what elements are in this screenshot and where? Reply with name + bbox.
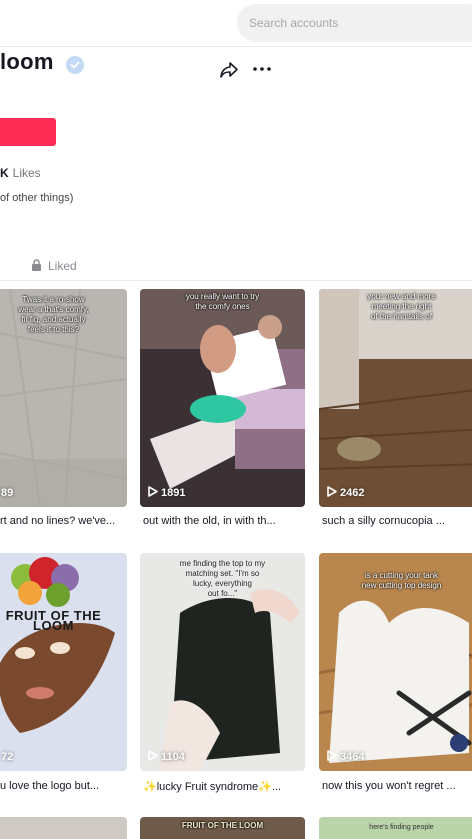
play-icon <box>327 486 337 500</box>
search-input[interactable] <box>249 4 472 42</box>
video-caption[interactable]: ✨lucky Fruit syndrome✨... <box>143 780 293 793</box>
video-overlay-text: FRUIT OF THE LOOM <box>181 821 264 830</box>
verified-badge-icon <box>66 56 84 74</box>
video-overlay-text: is a cutting your tank new cutting top d… <box>361 571 442 590</box>
follow-button[interactable] <box>0 118 56 146</box>
video-overlay-text: your new and more meeting the right of t… <box>367 292 436 321</box>
video-thumbnail <box>0 817 127 839</box>
profile-name: loom <box>0 49 54 74</box>
likes-count: K <box>0 166 9 180</box>
video-card[interactable]: you really want to try the comfy ones 18… <box>140 289 305 507</box>
profile-bio: of other things) <box>0 192 74 204</box>
video-caption[interactable]: out with the old, in with th... <box>143 515 293 527</box>
view-count-value: 89 <box>1 487 14 499</box>
view-count-value: 1104 <box>161 751 185 763</box>
profile-tabs: Liked <box>0 253 472 281</box>
video-card[interactable]: me finding the top to my matching set. "… <box>140 553 305 771</box>
video-caption[interactable]: rt and no lines? we've... <box>0 515 127 527</box>
tab-liked-label: Liked <box>48 259 77 273</box>
video-thumbnail <box>140 289 305 507</box>
play-icon <box>148 750 158 764</box>
likes-stat: K Likes <box>0 166 41 180</box>
view-count: 3464 <box>327 750 364 764</box>
view-count-value: 72 <box>1 751 14 763</box>
top-bar <box>0 0 472 47</box>
view-count-value: 3464 <box>340 751 365 763</box>
video-overlay-text: FRUIT OF THE LOOM <box>5 608 102 633</box>
play-icon <box>327 750 337 764</box>
video-card[interactable]: FRUIT OF THE LOOM <box>140 817 305 839</box>
video-overlay-text: Twas it a ro-show wear a that's comfy, f… <box>18 295 89 334</box>
video-card[interactable] <box>0 817 127 839</box>
video-overlay-text: you really want to try the comfy ones <box>185 292 260 311</box>
video-card[interactable]: FRUIT OF THE LOOM 72 <box>0 553 127 771</box>
tab-liked[interactable]: Liked <box>31 259 77 274</box>
likes-label: Likes <box>12 166 41 180</box>
video-overlay-text: here's finding people <box>369 824 434 831</box>
more-icon[interactable] <box>252 60 272 78</box>
video-card[interactable]: Twas it a ro-show wear a that's comfy, f… <box>0 289 127 507</box>
video-caption[interactable]: such a silly cornucopia ... <box>322 515 472 527</box>
video-caption[interactable]: now this you won't regret ... <box>322 780 472 792</box>
video-card[interactable]: here's finding people <box>319 817 472 839</box>
video-thumbnail <box>0 553 127 771</box>
view-count-value: 1891 <box>161 487 186 499</box>
view-count: 2462 <box>327 486 364 500</box>
video-caption[interactable]: u love the logo but... <box>0 780 127 792</box>
video-card[interactable]: is a cutting your tank new cutting top d… <box>319 553 472 771</box>
view-count-value: 2462 <box>340 487 365 499</box>
share-icon[interactable] <box>219 61 239 79</box>
view-count: 1891 <box>148 486 185 500</box>
play-icon <box>148 486 158 500</box>
view-count: 89 <box>0 486 13 500</box>
search-bar[interactable] <box>237 4 472 42</box>
video-card[interactable]: your new and more meeting the right of t… <box>319 289 472 507</box>
video-overlay-text: me finding the top to my matching set. "… <box>179 559 266 598</box>
lock-icon <box>31 259 42 274</box>
view-count: 72 <box>0 750 13 764</box>
view-count: 1104 <box>148 750 185 764</box>
